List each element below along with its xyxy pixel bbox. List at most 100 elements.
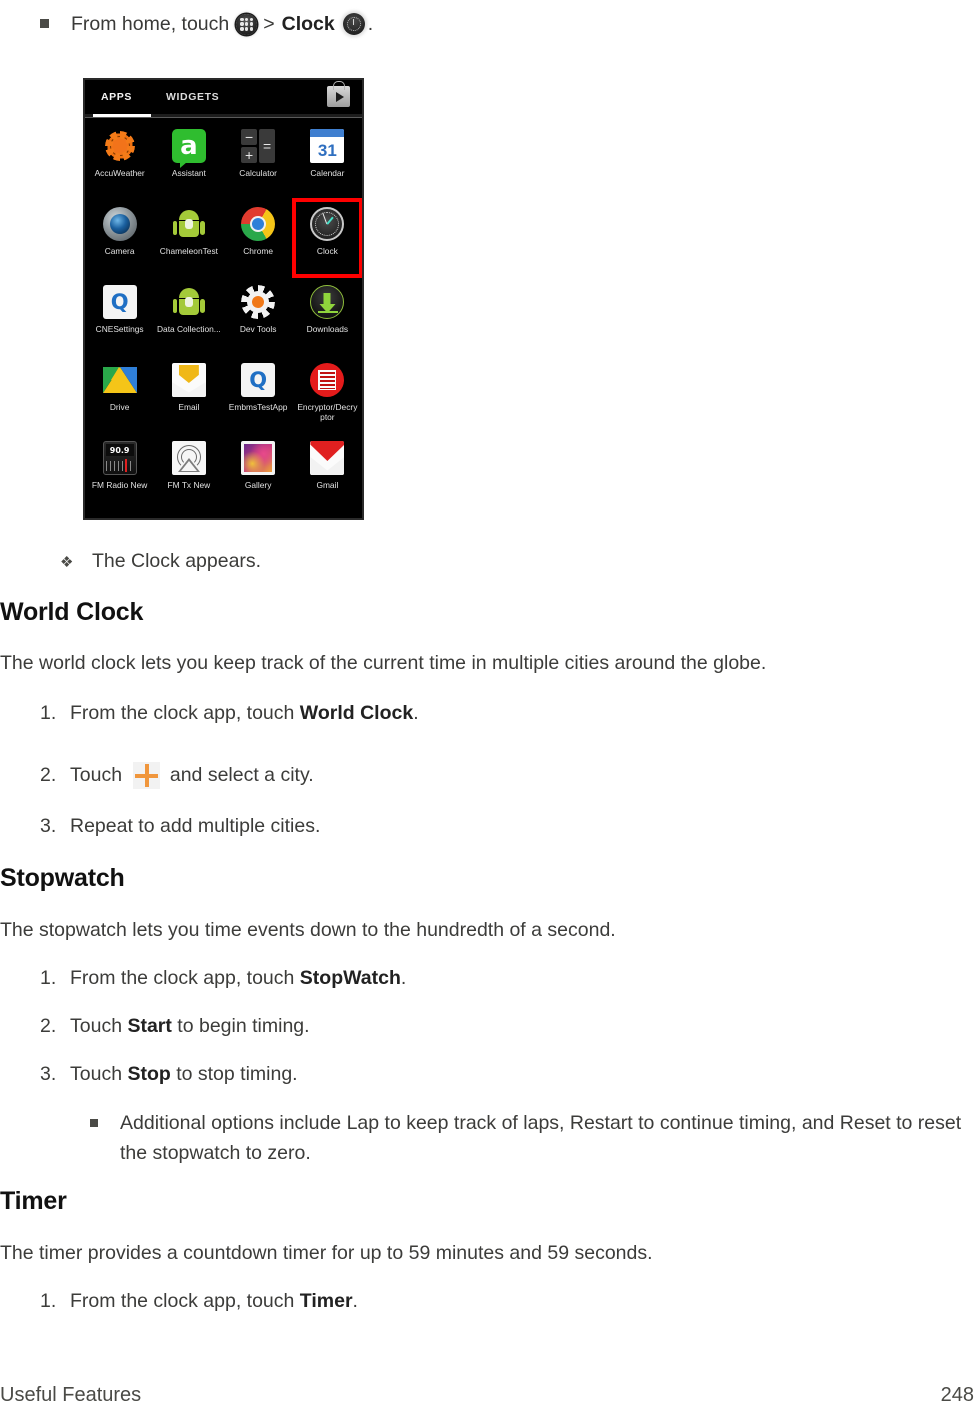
tab-widgets[interactable]: WIDGETS (158, 91, 219, 103)
app-label: Gallery (244, 480, 272, 490)
step-stopwatch-2: 2. Touch Start to begin timing. (40, 1013, 310, 1039)
step-text: Touch and select a city. (70, 762, 314, 789)
email-envelope-icon (171, 363, 206, 397)
app-label: Encryptor/Decryptor (297, 402, 358, 422)
android-robot-icon (172, 207, 206, 241)
app-item-fm-radio-new[interactable]: 90.9 FM Radio New (85, 433, 154, 511)
play-store-bag-icon[interactable] (327, 86, 350, 107)
plus-icon (133, 762, 161, 789)
app-item-camera[interactable]: Camera (85, 199, 154, 277)
app-item-email[interactable]: Email (154, 355, 223, 433)
app-drawer-grid: AccuWeather a Assistant − = + Calculator 3… (85, 117, 362, 511)
app-label: Data Collection... (156, 324, 221, 334)
step-text: From the clock app, touch StopWatch. (70, 967, 407, 989)
app-item-calculator[interactable]: − = + Calculator (224, 121, 293, 199)
fm-radio-icon: 90.9 (102, 441, 137, 475)
app-item-gmail[interactable]: Gmail (293, 433, 362, 511)
app-label: Gmail (316, 480, 339, 490)
app-label: FM Radio New (91, 480, 148, 490)
stopwatch-sub-note-text: Additional options include Lap to keep t… (120, 1112, 962, 1164)
app-item-chrome[interactable]: Chrome (224, 199, 293, 277)
gmail-envelope-icon (310, 441, 345, 475)
square-bullet-icon (90, 1119, 98, 1127)
app-label: Chrome (243, 246, 274, 256)
step-bold: Stop (127, 1063, 171, 1085)
intro-separator: > (263, 13, 275, 35)
calendar-31-icon: 31 (310, 129, 345, 163)
assistant-a-icon: a (171, 129, 206, 168)
step-stopwatch-1: 1. From the clock app, touch StopWatch. (40, 965, 406, 991)
app-item-data-collection[interactable]: Data Collection... (154, 277, 223, 355)
section-intro-world-clock: The world clock lets you keep track of t… (0, 652, 767, 674)
encryptor-icon (310, 363, 345, 397)
step-number: 3. (40, 1063, 57, 1085)
app-label: Clock (316, 246, 338, 256)
app-label: ChameleonTest (159, 246, 218, 256)
qualcomm-q-icon (241, 363, 276, 397)
app-label: FM Tx New (167, 480, 211, 490)
app-row: 90.9 FM Radio New FM Tx New Gallery Gmai… (85, 433, 362, 511)
calculator-keys-icon: − = + (241, 129, 276, 163)
app-label: Calendar (310, 168, 345, 178)
step-number: 1. (40, 967, 57, 989)
section-heading-world-clock: World Clock (0, 598, 144, 626)
app-item-cnesettings[interactable]: CNESettings (85, 277, 154, 355)
app-row: Camera ChameleonTest Chrome Clock (85, 198, 362, 278)
step-text: Touch Start to begin timing. (70, 1015, 310, 1037)
app-item-embmstestapp[interactable]: EmbmsTestApp (224, 355, 293, 433)
footer-page-number: 248 (940, 1384, 974, 1406)
qualcomm-q-icon (102, 285, 137, 319)
app-label: Assistant (171, 168, 206, 178)
result-note-text: The Clock appears. (92, 550, 262, 572)
apps-grid-icon (236, 13, 258, 35)
gallery-photo-icon (241, 441, 276, 475)
app-label: Dev Tools (239, 324, 277, 334)
step-bold: Timer (299, 1290, 353, 1312)
square-bullet-icon (40, 19, 49, 28)
app-item-drive[interactable]: Drive (85, 355, 154, 433)
document-page: From home, touch > Clock . APPS WIDGETS (0, 0, 974, 1417)
clock-app-icon (310, 207, 345, 241)
section-intro-timer: The timer provides a countdown timer for… (0, 1242, 653, 1264)
footer-left-label: Useful Features (0, 1384, 142, 1406)
app-label: EmbmsTestApp (228, 402, 288, 412)
app-item-chameleontest[interactable]: ChameleonTest (154, 199, 223, 277)
step-text: From the clock app, touch World Clock. (70, 702, 419, 724)
section-heading-stopwatch: Stopwatch (0, 864, 125, 892)
diamond-bullet-icon: ❖ (60, 554, 74, 571)
app-item-downloads[interactable]: Downloads (293, 277, 362, 355)
step-number: 2. (40, 1015, 57, 1037)
section-intro-stopwatch: The stopwatch lets you time events down … (0, 919, 616, 941)
app-row: AccuWeather a Assistant − = + Calculator 3… (85, 121, 362, 199)
app-label: Downloads (306, 324, 349, 334)
tab-apps[interactable]: APPS (93, 91, 132, 103)
step-number: 3. (40, 815, 57, 837)
chrome-icon (241, 207, 276, 241)
app-item-accuweather[interactable]: AccuWeather (85, 121, 154, 199)
app-item-encryptor-decryptor[interactable]: Encryptor/Decryptor (293, 355, 362, 433)
step-number: 2. (40, 764, 57, 786)
step-number: 1. (40, 702, 57, 724)
step-bold: Start (127, 1015, 172, 1037)
app-label: Drive (109, 402, 130, 412)
page-footer: Useful Features 248 (0, 1384, 974, 1407)
intro-text-after: . (367, 13, 374, 35)
app-item-dev-tools[interactable]: Dev Tools (224, 277, 293, 355)
apps-widgets-tabbar: APPS WIDGETS (85, 80, 362, 114)
app-item-assistant[interactable]: a Assistant (154, 121, 223, 199)
step-number: 1. (40, 1290, 57, 1312)
app-item-calendar[interactable]: 31 Calendar (293, 121, 362, 199)
google-drive-icon (102, 363, 137, 397)
camera-lens-icon (102, 207, 137, 241)
app-item-gallery[interactable]: Gallery (224, 433, 293, 511)
step-world-clock-2: 2. Touch and select a city. (40, 762, 314, 789)
step-text: Touch Stop to stop timing. (70, 1063, 298, 1085)
section-heading-timer: Timer (0, 1187, 67, 1215)
step-bold: World Clock (299, 702, 414, 724)
fm-radio-frequency: 90.9 (105, 444, 134, 456)
app-item-clock-highlighted[interactable]: Clock (291, 198, 362, 278)
app-item-fm-tx-new[interactable]: FM Tx New (154, 433, 223, 511)
step-world-clock-3: 3. Repeat to add multiple cities. (40, 813, 320, 839)
app-label: Camera (104, 246, 135, 256)
fm-transmitter-icon (171, 441, 206, 475)
